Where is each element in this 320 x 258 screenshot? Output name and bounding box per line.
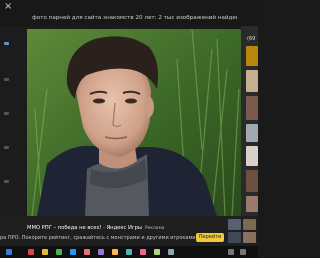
page-marker-icon (4, 112, 9, 115)
taskbar-app-icon[interactable] (56, 249, 62, 255)
page-marker-icon (4, 180, 9, 183)
portrait-image (27, 29, 241, 216)
taskbar-app-icon[interactable] (98, 249, 104, 255)
related-thumb[interactable] (246, 196, 258, 212)
related-thumb[interactable] (246, 124, 258, 142)
ad-title-text: ММО РПГ – победа не всех! · Яндекс Игры (27, 225, 142, 231)
page-marker-icon (4, 146, 9, 149)
taskbar-app-icon[interactable] (168, 249, 174, 255)
tray-icon[interactable] (228, 249, 234, 255)
related-thumb[interactable] (246, 146, 258, 166)
tray-icon[interactable] (240, 249, 246, 255)
related-thumb[interactable] (246, 170, 258, 192)
taskbar-app-icon[interactable] (126, 249, 132, 255)
ad-thumbnails (228, 219, 258, 245)
page-marker-icon (4, 78, 9, 81)
related-thumb[interactable] (246, 70, 258, 92)
ad-tag: Реклама (144, 226, 165, 231)
related-thumb[interactable] (246, 46, 258, 66)
start-icon[interactable] (6, 249, 12, 255)
ad-title[interactable]: ММО РПГ – победа не всех! · Яндекс Игры Р… (0, 224, 200, 232)
page-marker-icon (4, 42, 9, 45)
related-thumb[interactable] (246, 96, 258, 120)
ad-subtitle: ра ПРО. Покорите рейтинг, сражайтесь с м… (0, 235, 198, 241)
taskbar-app-icon[interactable] (154, 249, 160, 255)
ad-go-button[interactable]: Перейти (196, 233, 224, 242)
taskbar-app-icon[interactable] (28, 249, 34, 255)
ad-thumb[interactable] (228, 219, 241, 230)
close-icon[interactable]: × (4, 2, 12, 12)
taskbar-app-icon[interactable] (70, 249, 76, 255)
taskbar-app-icon[interactable] (140, 249, 146, 255)
image-title: фото парней для сайта знакомств 20 лет: … (32, 15, 237, 21)
side-label: (69 (247, 36, 256, 42)
ad-thumb[interactable] (243, 232, 256, 243)
taskbar-app-icon[interactable] (112, 249, 118, 255)
taskbar-app-icon[interactable] (42, 249, 48, 255)
ad-thumb[interactable] (228, 232, 241, 243)
ad-thumb[interactable] (243, 219, 256, 230)
main-photo[interactable] (27, 29, 241, 216)
taskbar-app-icon[interactable] (84, 249, 90, 255)
